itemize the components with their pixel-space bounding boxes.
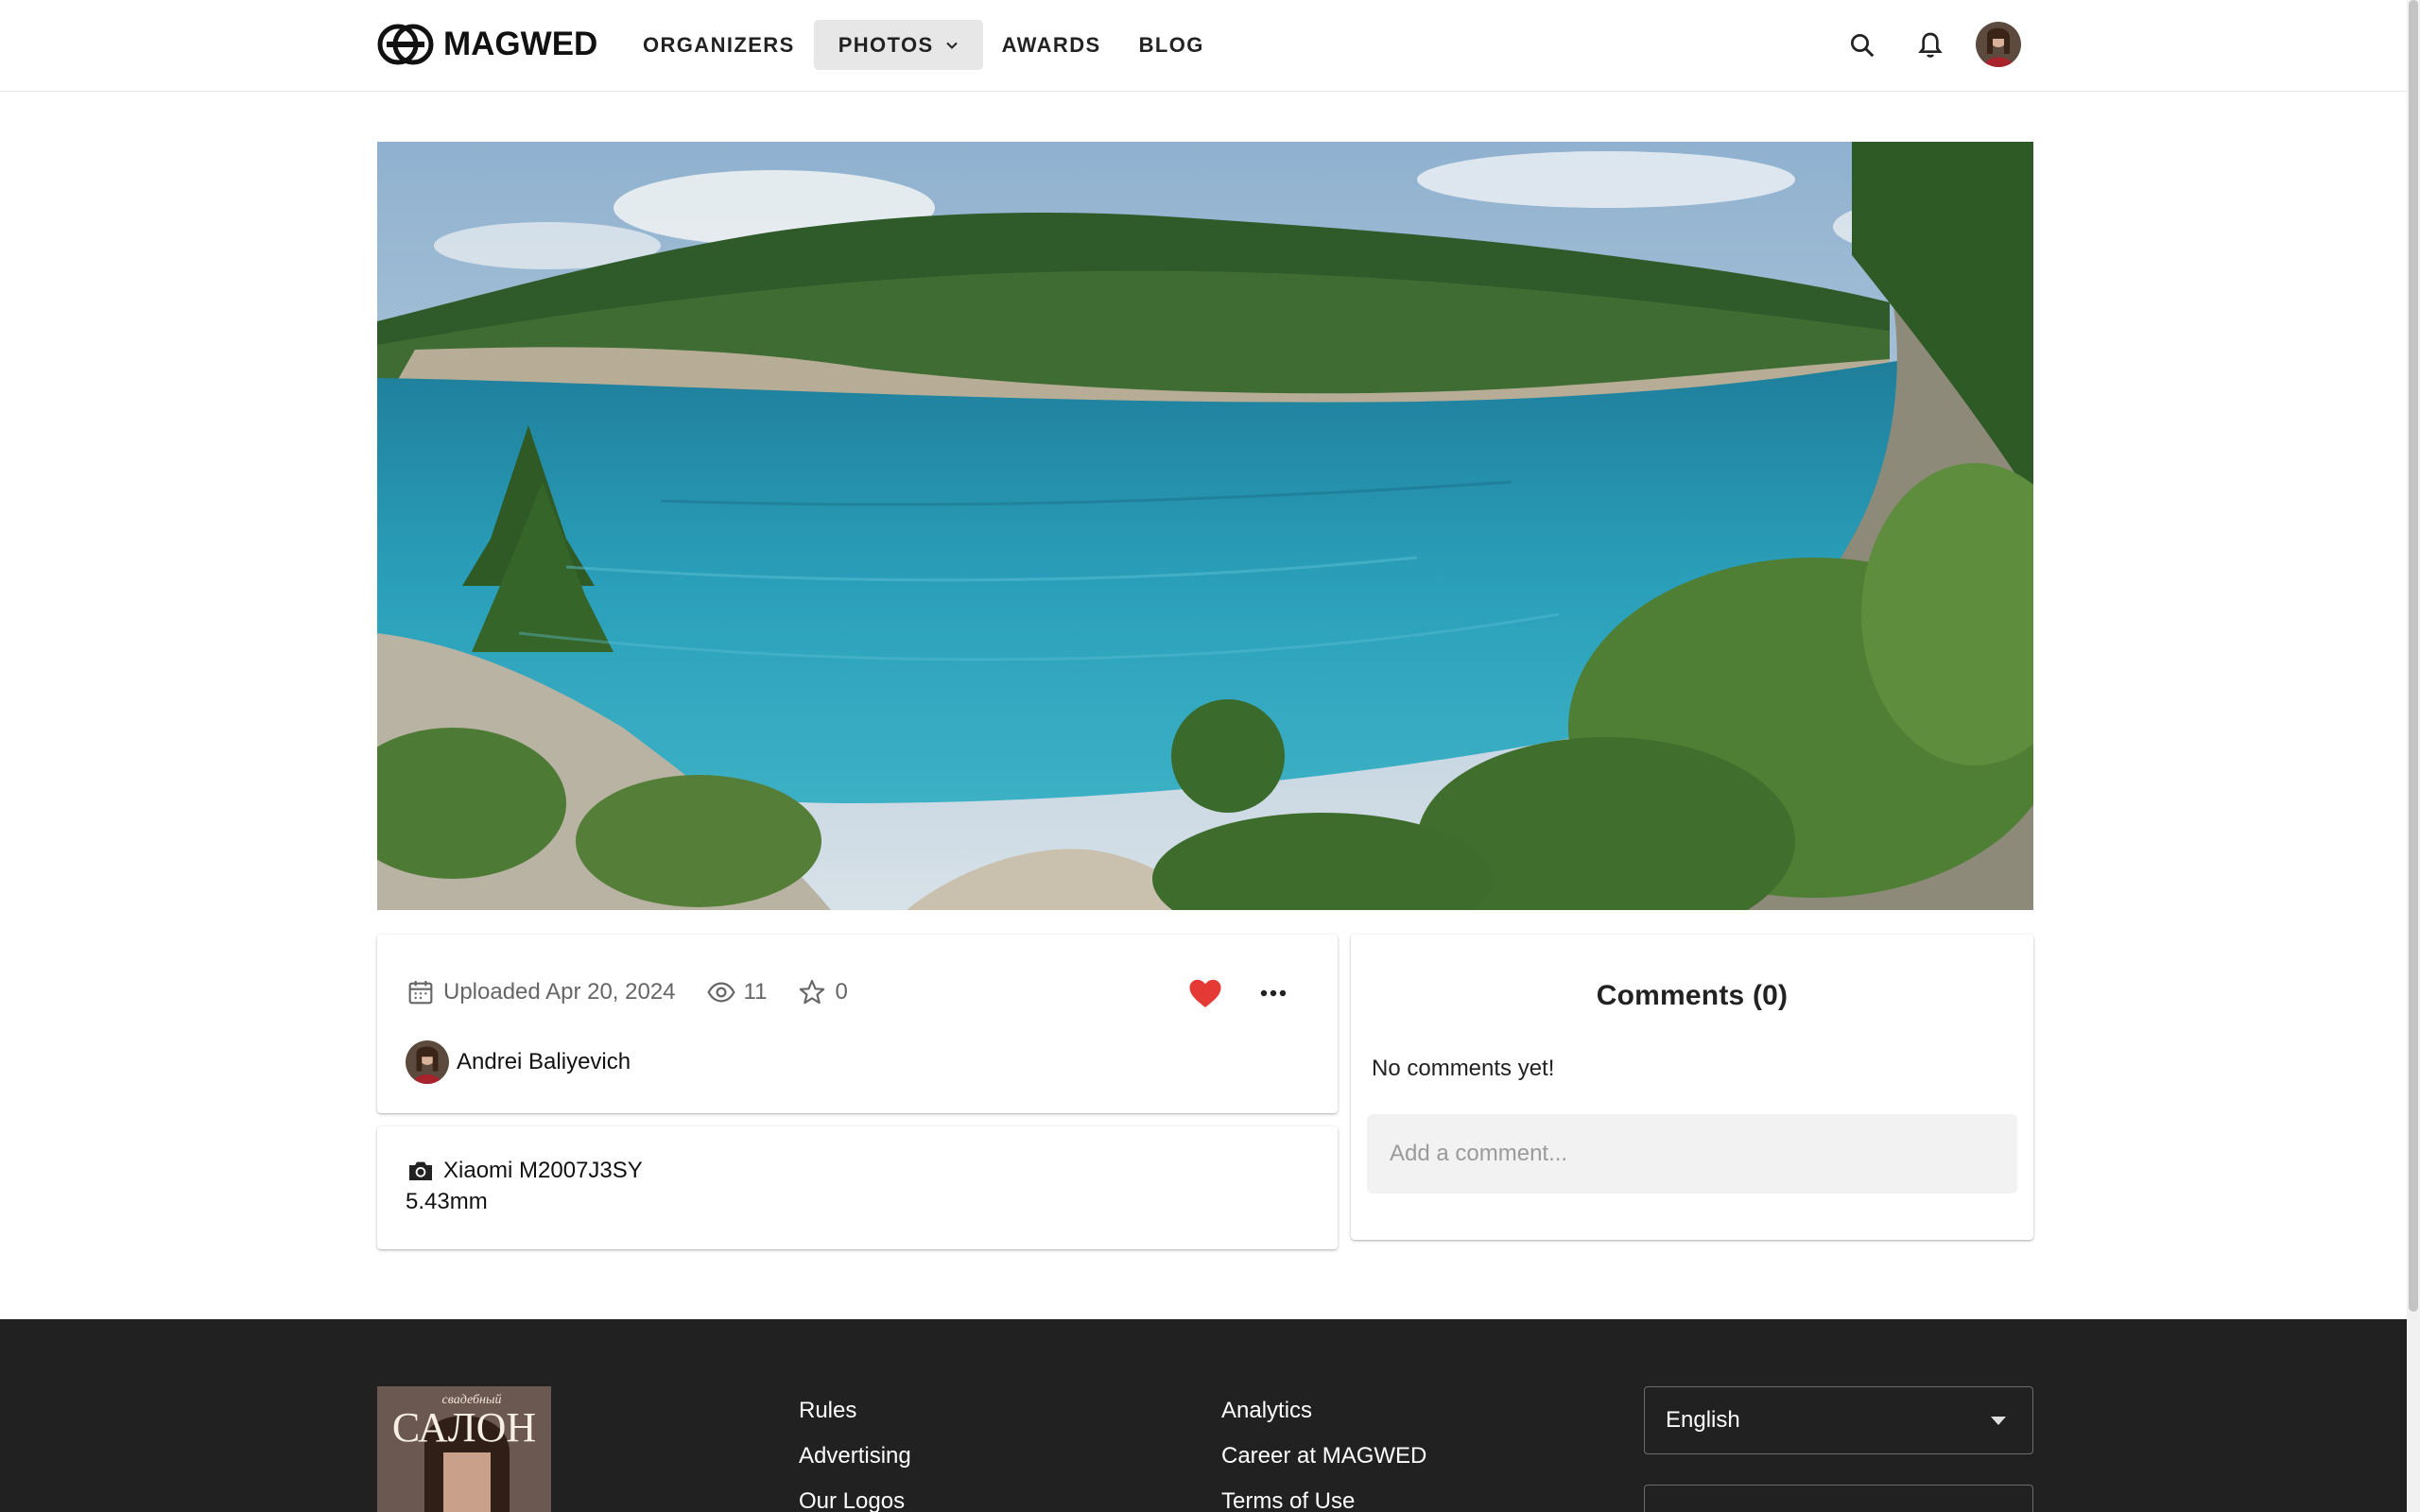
author-avatar-image <box>406 1040 449 1084</box>
heart-icon[interactable] <box>1188 977 1222 1009</box>
main-nav: ORGANIZERS PHOTOS AWARDS BLOG <box>624 20 1223 70</box>
bell-icon <box>1918 32 1943 58</box>
view-count: 11 <box>743 979 768 1005</box>
user-avatar[interactable] <box>1976 22 2021 67</box>
nav-photos[interactable]: PHOTOS <box>813 20 983 70</box>
footer-link-career[interactable]: Career at MAGWED <box>1221 1442 1426 1469</box>
eye-icon <box>706 982 735 1003</box>
footer-link-analytics[interactable]: Analytics <box>1221 1397 1426 1424</box>
author-avatar <box>406 1040 449 1084</box>
footer-links-col-2: Analytics Career at MAGWED Terms of Use <box>1221 1397 1426 1512</box>
logo-mark-icon <box>377 24 434 65</box>
camera-model-row: Xiaomi M2007J3SY <box>406 1156 643 1186</box>
camera-model: Xiaomi M2007J3SY <box>443 1158 643 1183</box>
search-button[interactable] <box>1843 26 1881 64</box>
nav-organizers[interactable]: ORGANIZERS <box>624 20 814 70</box>
page-scrollbar-thumb[interactable] <box>2409 0 2418 1312</box>
language-value: English <box>1666 1407 1740 1433</box>
logo[interactable]: MAGWED <box>377 23 597 66</box>
dropdown-caret-icon <box>1991 1417 2006 1425</box>
landscape-lake-photo <box>377 142 2033 910</box>
upload-date: Uploaded Apr 20, 2024 <box>443 979 676 1005</box>
focal-length: 5.43mm <box>406 1189 488 1214</box>
more-options-button[interactable] <box>1256 978 1290 1008</box>
nav-organizers-label: ORGANIZERS <box>643 32 795 57</box>
footer-links-col-1: Rules Advertising Our Logos <box>799 1397 911 1512</box>
more-horizontal-icon <box>1260 989 1287 997</box>
footer-link-our-logos[interactable]: Our Logos <box>799 1487 911 1512</box>
main-photo[interactable] <box>377 142 2033 910</box>
author-name: Andrei Baliyevich <box>457 1049 631 1074</box>
comments-title: Comments (0) <box>1596 980 1789 1011</box>
footer-link-advertising[interactable]: Advertising <box>799 1442 911 1469</box>
comments-empty-text: No comments yet! <box>1372 1056 1555 1081</box>
footer-link-terms[interactable]: Terms of Use <box>1221 1487 1426 1512</box>
top-header: MAGWED ORGANIZERS PHOTOS AWARDS BLOG <box>0 0 2407 92</box>
camera-icon <box>409 1161 432 1180</box>
footer-secondary-select[interactable] <box>1644 1485 2033 1512</box>
star-icon[interactable] <box>797 977 827 1007</box>
star-count: 0 <box>835 979 848 1005</box>
footer <box>0 1319 2407 1512</box>
photo-info-card: Uploaded Apr 20, 2024 11 0 Andrei Baliye… <box>377 935 1338 1113</box>
nav-blog-label: BLOG <box>1138 32 1204 57</box>
brand-name: MAGWED <box>443 26 598 62</box>
comment-input[interactable] <box>1367 1114 2017 1194</box>
calendar-icon <box>408 981 433 1005</box>
avatar-image <box>1976 22 2021 67</box>
footer-link-rules[interactable]: Rules <box>799 1397 911 1424</box>
nav-awards-label: AWARDS <box>1001 32 1101 57</box>
notifications-button[interactable] <box>1911 26 1949 64</box>
comments-card: Comments (0) No comments yet! <box>1351 935 2033 1240</box>
photo-meta: Uploaded Apr 20, 2024 11 0 <box>406 977 848 1007</box>
chevron-down-icon <box>945 42 958 49</box>
magazine-title: САЛОН <box>392 1404 536 1451</box>
magazine-cover-image: свадебный САЛОН <box>377 1386 551 1512</box>
nav-photos-label: PHOTOS <box>838 32 934 57</box>
camera-info-card: Xiaomi M2007J3SY 5.43mm <box>377 1126 1338 1249</box>
nav-awards[interactable]: AWARDS <box>983 20 1120 70</box>
nav-blog[interactable]: BLOG <box>1120 20 1223 70</box>
search-icon <box>1851 34 1875 58</box>
language-select[interactable]: English <box>1644 1386 2033 1454</box>
magazine-cover[interactable]: свадебный САЛОН <box>377 1386 551 1512</box>
author-link[interactable]: Andrei Baliyevich <box>406 1040 631 1084</box>
